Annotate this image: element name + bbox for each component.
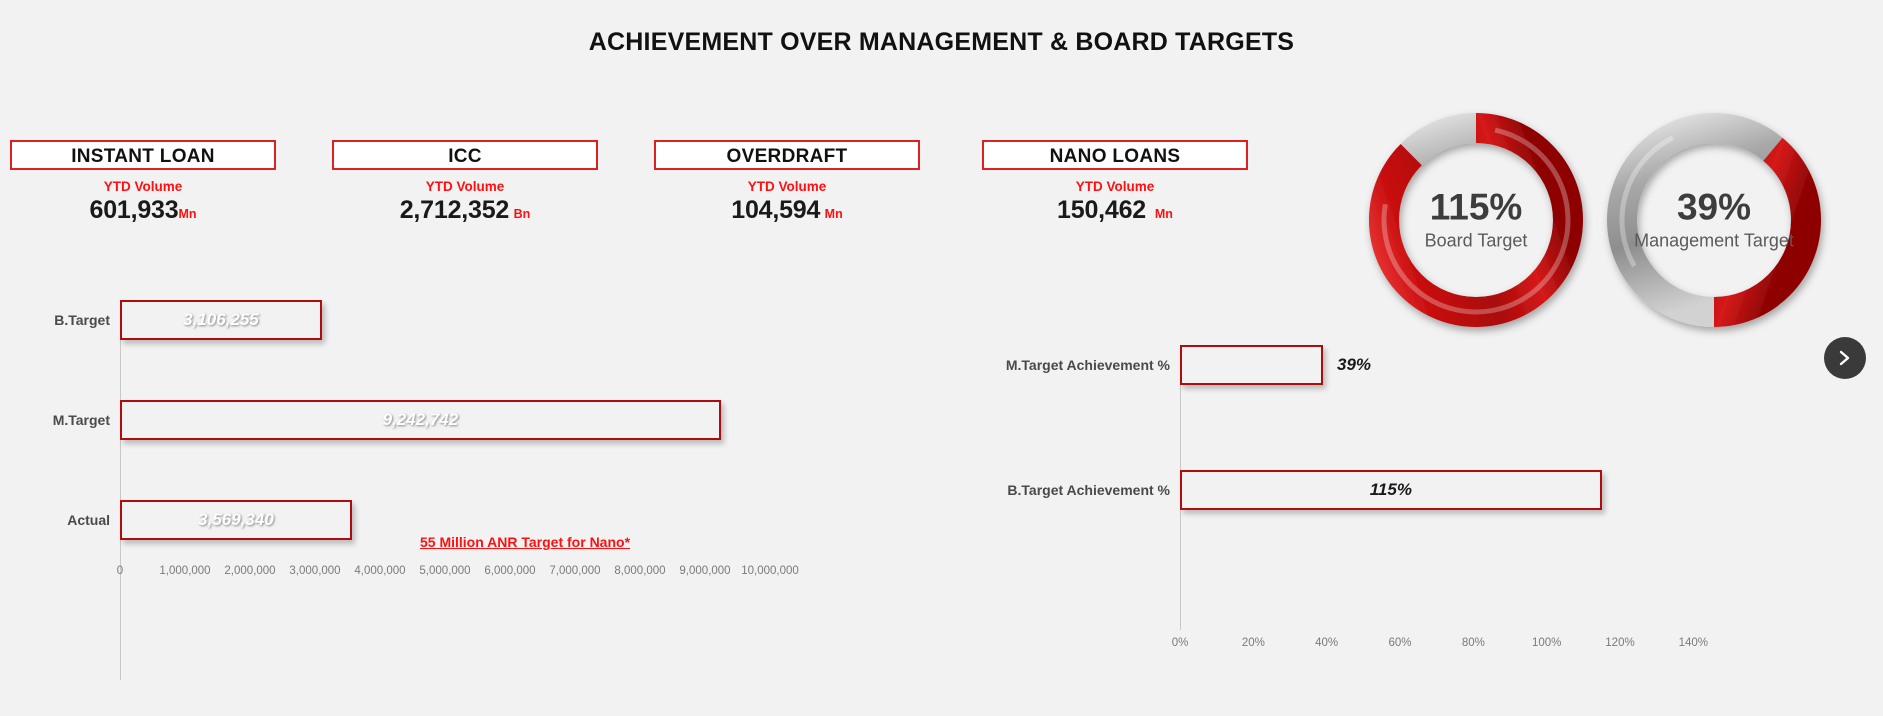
bar[interactable]: 115%	[1180, 470, 1602, 510]
x-tick-label: 8,000,000	[614, 565, 666, 577]
kpi-title: INSTANT LOAN	[10, 140, 276, 170]
x-tick-label: 80%	[1461, 637, 1485, 649]
kpi-card-overdraft[interactable]: OVERDRAFT YTD Volume 104,594 Mn	[654, 140, 920, 225]
kpi-value-row: 601,933Mn	[10, 196, 276, 225]
category-label: M.Target	[52, 412, 110, 428]
kpi-title: ICC	[332, 140, 598, 170]
kpi-subtitle: YTD Volume	[1075, 179, 1155, 194]
bar-value-label: 115%	[1369, 480, 1412, 499]
x-tick-label: 100%	[1531, 637, 1562, 649]
volume-bar-chart: B.Target 3,106,255 M.Target 9,242,742 Ac…	[0, 300, 930, 700]
category-label: B.Target	[54, 312, 110, 328]
x-tick-label: 120%	[1605, 637, 1635, 649]
x-tick-label: 10,000,000	[741, 565, 799, 577]
bar-value-label: 3,569,340	[198, 510, 274, 529]
kpi-card-instant-loan[interactable]: INSTANT LOAN YTD Volume 601,933Mn	[10, 140, 276, 225]
x-tick-label: 60%	[1388, 637, 1412, 649]
donut-management-svg	[1607, 113, 1821, 327]
x-tick-label: 1,000,000	[159, 565, 211, 577]
next-slide-button[interactable]	[1824, 337, 1866, 379]
kpi-unit: Mn	[824, 207, 843, 221]
y-axis-line	[120, 310, 121, 680]
x-tick-label: 140%	[1678, 637, 1709, 649]
x-tick-label: 3,000,000	[289, 565, 341, 577]
achievement-bar-chart: M.Target Achievement % 39% B.Target Achi…	[960, 345, 1820, 675]
bar-value-label: 9,242,742	[382, 410, 459, 429]
page-title: ACHIEVEMENT OVER MANAGEMENT & BOARD TARG…	[588, 28, 1295, 56]
x-tick-label: 2,000,000	[224, 565, 276, 577]
kpi-subtitle: YTD Volume	[425, 179, 505, 194]
x-tick-label: 7,000,000	[549, 565, 601, 577]
kpi-unit: Mn	[178, 207, 197, 221]
kpi-value: 601,933	[89, 196, 179, 224]
x-tick-label: 20%	[1241, 637, 1265, 649]
bar-value-label: 39%	[1337, 355, 1372, 374]
kpi-value: 104,594	[731, 196, 821, 224]
nano-target-annotation[interactable]: 55 Million ANR Target for Nano*	[420, 534, 630, 550]
kpi-subtitle: YTD Volume	[747, 179, 827, 194]
bar[interactable]	[1180, 345, 1323, 385]
bar-value-label: 3,106,255	[183, 310, 259, 329]
kpi-unit: Bn	[513, 207, 531, 221]
category-label: B.Target Achievement %	[1007, 482, 1170, 498]
kpi-card-nano-loans[interactable]: NANO LOANS YTD Volume 150,462 Mn	[982, 140, 1248, 225]
kpi-value-row: 104,594 Mn	[654, 196, 920, 225]
x-tick-label: 0	[116, 565, 124, 577]
x-tick-label: 40%	[1315, 637, 1339, 649]
kpi-value: 150,462	[1057, 196, 1146, 224]
bar[interactable]: 3,106,255	[120, 300, 322, 340]
kpi-card-icc[interactable]: ICC YTD Volume 2,712,352 Bn	[332, 140, 598, 225]
kpi-title: NANO LOANS	[982, 140, 1248, 170]
kpi-value-row: 150,462 Mn	[982, 196, 1248, 225]
x-tick-label: 0%	[1171, 637, 1189, 649]
kpi-unit: Mn	[1154, 207, 1173, 221]
x-tick-label: 6,000,000	[484, 565, 536, 577]
kpi-value-row: 2,712,352 Bn	[332, 196, 598, 225]
x-tick-label: 5,000,000	[419, 565, 471, 577]
kpi-value: 2,712,352	[399, 196, 510, 224]
bar[interactable]: 9,242,742	[120, 400, 721, 440]
donut-chart-board-target: 115% Board Target	[1356, 100, 1596, 340]
category-label: Actual	[67, 512, 110, 528]
kpi-subtitle: YTD Volume	[103, 179, 183, 194]
donut-board-svg	[1369, 113, 1583, 327]
x-tick-label: 4,000,000	[354, 565, 406, 577]
bar[interactable]: 3,569,340	[120, 500, 352, 540]
category-label: M.Target Achievement %	[1005, 357, 1170, 373]
chevron-right-icon	[1837, 348, 1853, 368]
donut-chart-management-target: 39% Management Target	[1594, 100, 1834, 340]
x-tick-label: 9,000,000	[679, 565, 731, 577]
kpi-title: OVERDRAFT	[654, 140, 920, 170]
